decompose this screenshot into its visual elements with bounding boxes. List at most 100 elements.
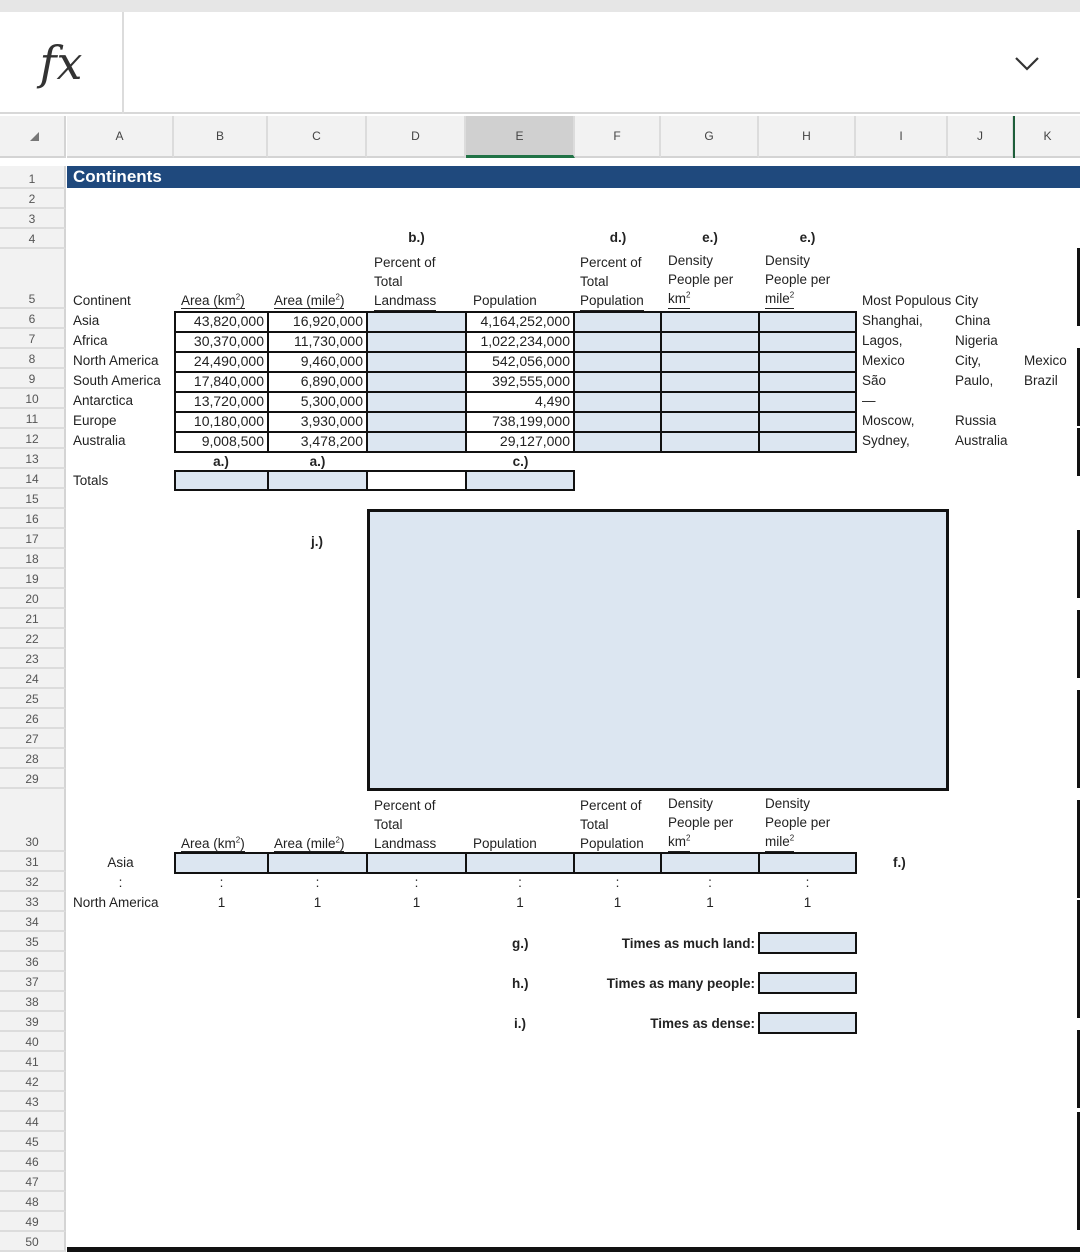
row-header-13[interactable]: 13: [0, 449, 66, 469]
percent-landmass-cell[interactable]: [366, 371, 467, 393]
area-mile-cell[interactable]: 9,460,000: [267, 351, 368, 373]
row-header-21[interactable]: 21: [0, 609, 66, 629]
ratio-percent-population-cell[interactable]: [573, 852, 662, 874]
area-km-cell[interactable]: 17,840,000: [174, 371, 269, 393]
row-header-2[interactable]: 2: [0, 189, 66, 209]
row-header-19[interactable]: 19: [0, 569, 66, 589]
column-header-a[interactable]: A: [67, 116, 174, 158]
row-header-32[interactable]: 32: [0, 872, 66, 892]
density-km-cell[interactable]: [660, 311, 760, 333]
row-header-26[interactable]: 26: [0, 709, 66, 729]
row-header-22[interactable]: 22: [0, 629, 66, 649]
percent-landmass-cell[interactable]: [366, 391, 467, 413]
population-cell[interactable]: 29,127,000: [465, 431, 575, 453]
ratio-density-mile-cell[interactable]: [758, 852, 857, 874]
density-km-cell[interactable]: [660, 411, 760, 433]
row-header-9[interactable]: 9: [0, 369, 66, 389]
total-landmass-cell[interactable]: [366, 470, 467, 491]
function-icon[interactable]: fx: [0, 12, 124, 114]
column-header-i[interactable]: I: [856, 116, 948, 158]
percent-landmass-cell[interactable]: [366, 351, 467, 373]
area-km-cell[interactable]: 43,820,000: [174, 311, 269, 333]
row-header-16[interactable]: 16: [0, 509, 66, 529]
area-km-cell[interactable]: 30,370,000: [174, 331, 269, 353]
population-cell[interactable]: 738,199,000: [465, 411, 575, 433]
column-header-c[interactable]: C: [268, 116, 367, 158]
population-cell[interactable]: 1,022,234,000: [465, 331, 575, 353]
row-header-18[interactable]: 18: [0, 549, 66, 569]
row-header-46[interactable]: 46: [0, 1152, 66, 1172]
row-header-14[interactable]: 14: [0, 469, 66, 489]
density-mile-cell[interactable]: [758, 351, 857, 373]
times-dense-input[interactable]: [758, 1012, 857, 1034]
area-mile-cell[interactable]: 3,478,200: [267, 431, 368, 453]
row-header-41[interactable]: 41: [0, 1052, 66, 1072]
row-header-27[interactable]: 27: [0, 729, 66, 749]
column-header-h[interactable]: H: [759, 116, 856, 158]
percent-landmass-cell[interactable]: [366, 411, 467, 433]
density-km-cell[interactable]: [660, 351, 760, 373]
area-km-cell[interactable]: 10,180,000: [174, 411, 269, 433]
row-header-1[interactable]: 1: [0, 166, 66, 189]
column-header-f[interactable]: F: [575, 116, 661, 158]
density-km-cell[interactable]: [660, 371, 760, 393]
row-header-37[interactable]: 37: [0, 972, 66, 992]
row-header-11[interactable]: 11: [0, 409, 66, 429]
row-header-10[interactable]: 10: [0, 389, 66, 409]
percent-population-cell[interactable]: [573, 431, 662, 453]
percent-landmass-cell[interactable]: [366, 331, 467, 353]
density-km-cell[interactable]: [660, 431, 760, 453]
density-mile-cell[interactable]: [758, 311, 857, 333]
density-mile-cell[interactable]: [758, 331, 857, 353]
row-header-44[interactable]: 44: [0, 1112, 66, 1132]
row-header-50[interactable]: 50: [0, 1232, 66, 1252]
row-header-6[interactable]: 6: [0, 309, 66, 329]
percent-population-cell[interactable]: [573, 351, 662, 373]
row-header-49[interactable]: 49: [0, 1212, 66, 1232]
row-header-23[interactable]: 23: [0, 649, 66, 669]
row-header-35[interactable]: 35: [0, 932, 66, 952]
total-area-km-cell[interactable]: [174, 470, 269, 491]
row-header-42[interactable]: 42: [0, 1072, 66, 1092]
row-header-40[interactable]: 40: [0, 1032, 66, 1052]
column-header-b[interactable]: B: [174, 116, 268, 158]
percent-population-cell[interactable]: [573, 411, 662, 433]
density-mile-cell[interactable]: [758, 431, 857, 453]
percent-landmass-cell[interactable]: [366, 431, 467, 453]
column-header-k[interactable]: K: [1015, 116, 1080, 158]
row-header-29[interactable]: 29: [0, 769, 66, 789]
area-mile-cell[interactable]: 6,890,000: [267, 371, 368, 393]
row-header-43[interactable]: 43: [0, 1092, 66, 1112]
row-header-24[interactable]: 24: [0, 669, 66, 689]
population-cell[interactable]: 4,490: [465, 391, 575, 413]
percent-population-cell[interactable]: [573, 331, 662, 353]
row-header-48[interactable]: 48: [0, 1192, 66, 1212]
area-mile-cell[interactable]: 16,920,000: [267, 311, 368, 333]
row-header-30[interactable]: 30: [0, 789, 66, 852]
row-header-17[interactable]: 17: [0, 529, 66, 549]
chart-placeholder-box[interactable]: [367, 509, 949, 791]
row-header-4[interactable]: 4: [0, 229, 66, 249]
percent-population-cell[interactable]: [573, 391, 662, 413]
density-mile-cell[interactable]: [758, 391, 857, 413]
column-header-d[interactable]: D: [367, 116, 466, 158]
population-cell[interactable]: 4,164,252,000: [465, 311, 575, 333]
population-cell[interactable]: 542,056,000: [465, 351, 575, 373]
percent-landmass-cell[interactable]: [366, 311, 467, 333]
row-header-25[interactable]: 25: [0, 689, 66, 709]
formula-input[interactable]: [126, 12, 1026, 114]
percent-population-cell[interactable]: [573, 371, 662, 393]
row-header-12[interactable]: 12: [0, 429, 66, 449]
times-land-input[interactable]: [758, 932, 857, 954]
row-header-5[interactable]: 5: [0, 249, 66, 309]
row-header-31[interactable]: 31: [0, 852, 66, 872]
row-header-7[interactable]: 7: [0, 329, 66, 349]
row-header-20[interactable]: 20: [0, 589, 66, 609]
population-cell[interactable]: 392,555,000: [465, 371, 575, 393]
row-header-33[interactable]: 33: [0, 892, 66, 912]
ratio-area-km-cell[interactable]: [174, 852, 269, 874]
column-header-e[interactable]: E: [466, 116, 575, 158]
density-km-cell[interactable]: [660, 391, 760, 413]
column-header-j[interactable]: J: [948, 116, 1014, 158]
ratio-density-km-cell[interactable]: [660, 852, 760, 874]
